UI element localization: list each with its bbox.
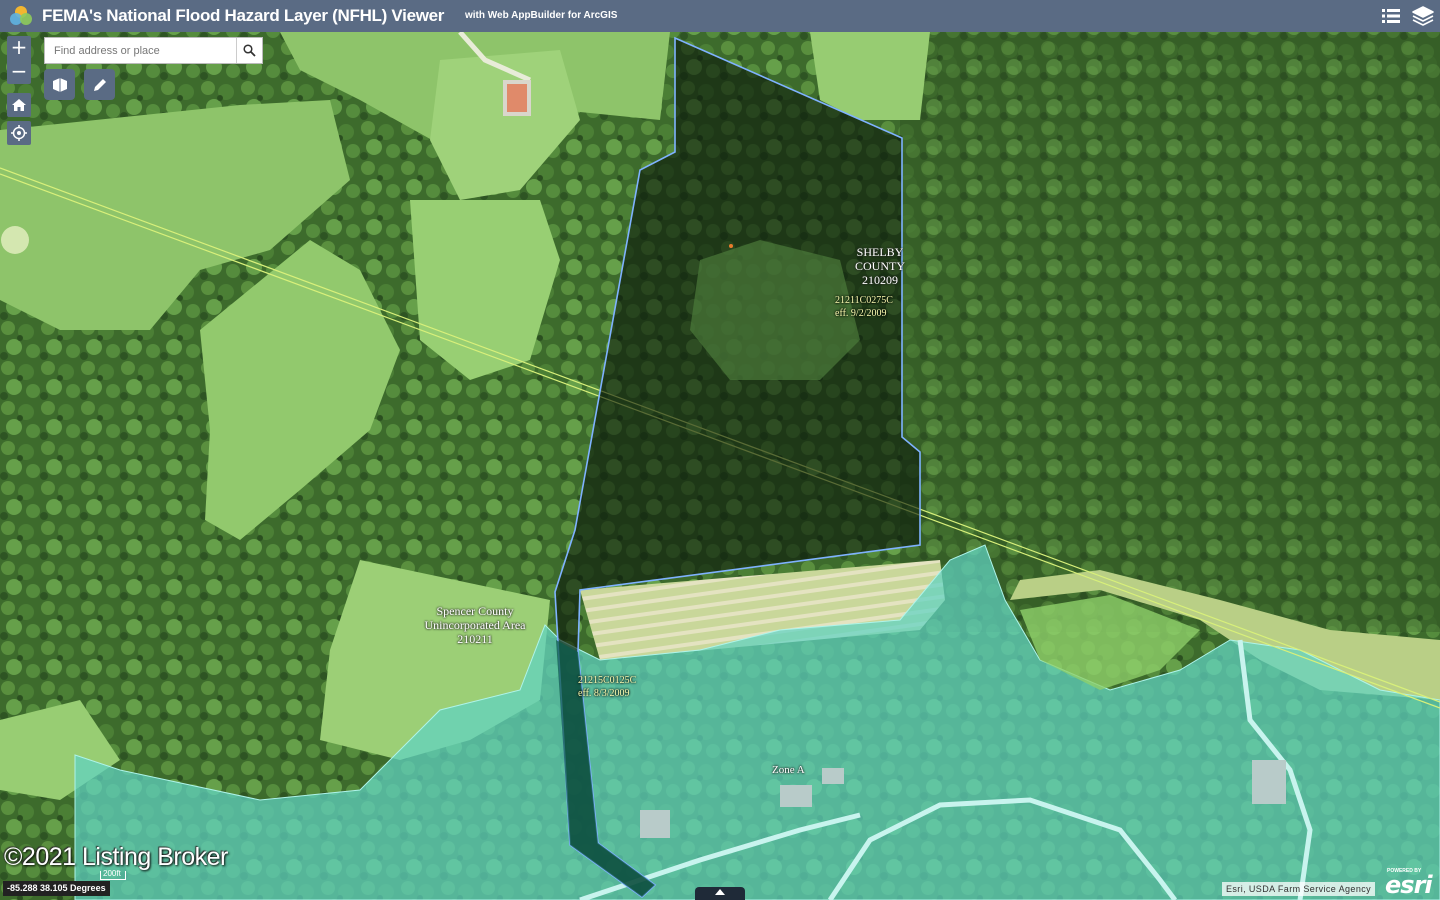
zoom-out-button[interactable]: − (7, 60, 31, 84)
map-canvas[interactable] (0, 32, 1440, 900)
chevron-up-icon (715, 889, 725, 895)
building (822, 768, 844, 784)
home-button[interactable] (7, 93, 31, 117)
app-title: FEMA's National Flood Hazard Layer (NFHL… (42, 6, 445, 25)
app-header: FEMA's National Flood Hazard Layer (NFHL… (0, 0, 1440, 32)
layers-icon[interactable] (1411, 5, 1435, 27)
pencil-icon (93, 78, 106, 91)
spencer-county-label: Spencer County Unincorporated Area 21021… (424, 604, 526, 646)
list-icon[interactable] (1379, 5, 1403, 27)
basemap-icon (52, 77, 67, 92)
building (1252, 760, 1286, 804)
listing-watermark: ©2021 Listing Broker (4, 843, 228, 871)
search-box (44, 37, 263, 64)
scale-bar: 200ft (100, 869, 126, 880)
spencer-panel-label: 21215C0125C eff. 8/3/2009 (578, 675, 637, 699)
zoom-control: + − (7, 36, 31, 84)
home-icon (12, 99, 26, 111)
map-view[interactable]: SHELBY COUNTY 210209 21211C0275C eff. 9/… (0, 32, 1440, 900)
zone-a-label: Zone A (772, 764, 805, 776)
shelby-county-label: SHELBY COUNTY 210209 (855, 245, 905, 287)
esri-logo[interactable]: POWERED BY esri (1385, 868, 1435, 899)
basemap-gallery-button[interactable] (44, 69, 75, 100)
building (780, 785, 812, 807)
search-icon (243, 44, 256, 57)
draw-button[interactable] (84, 69, 115, 100)
esri-logo-text: esri (1385, 871, 1433, 899)
app-subtitle: with Web AppBuilder for ArcGIS (465, 10, 618, 21)
search-button[interactable] (236, 38, 262, 63)
coordinate-readout: -85.288 38.105 Degrees (3, 881, 110, 896)
location-marker (729, 244, 733, 248)
pond (1, 226, 29, 254)
shelby-panel-label: 21211C0275C eff. 9/2/2009 (835, 295, 893, 319)
app-logo-icon (10, 6, 32, 25)
search-input[interactable] (45, 38, 237, 63)
scale-label: 200ft (103, 869, 121, 878)
panel-toggle-button[interactable] (695, 887, 745, 900)
map-attribution[interactable]: Esri, USDA Farm Service Agency (1222, 882, 1376, 896)
my-location-button[interactable] (7, 121, 31, 145)
building (640, 810, 670, 838)
zoom-in-button[interactable]: + (7, 36, 31, 60)
locate-icon (11, 125, 27, 141)
